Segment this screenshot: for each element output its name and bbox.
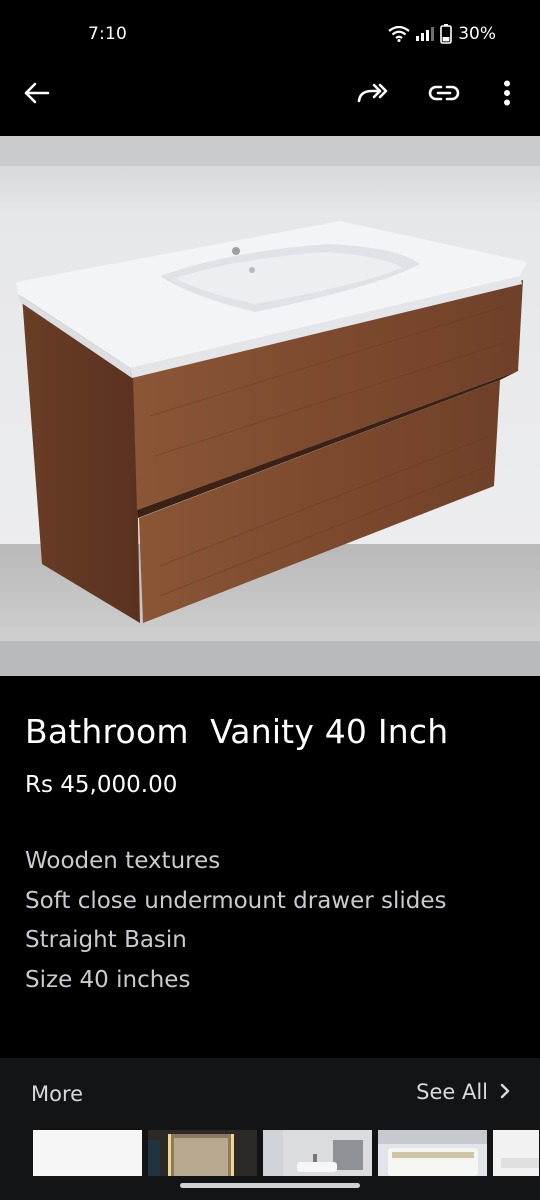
- arrow-left-icon: [22, 81, 50, 109]
- product-description: Wooden textures Soft close undermount dr…: [25, 842, 447, 1000]
- product-title: Bathroom Vanity 40 Inch: [25, 712, 449, 751]
- status-icons: 30%: [388, 24, 496, 44]
- product-image-gallery[interactable]: [0, 136, 540, 676]
- wifi-icon: [388, 26, 410, 42]
- description-line: Soft close undermount drawer slides: [25, 887, 447, 914]
- app-bar: [0, 54, 540, 136]
- product-image: [0, 136, 540, 676]
- chevron-right-icon: [500, 1080, 510, 1104]
- product-price: Rs 45,000.00: [25, 772, 178, 798]
- more-products-list: [33, 1130, 539, 1176]
- product-thumbnail[interactable]: [493, 1130, 539, 1176]
- copy-link-button[interactable]: [420, 71, 468, 119]
- battery-icon: [440, 24, 453, 44]
- status-time: 7:10: [88, 24, 127, 44]
- link-icon: [428, 83, 460, 107]
- product-details: Bathroom Vanity 40 Inch Rs 45,000.00 Woo…: [0, 676, 540, 1058]
- product-thumbnail[interactable]: [33, 1130, 142, 1176]
- signal-icon: [416, 26, 435, 42]
- share-button[interactable]: [348, 71, 396, 119]
- description-line: Size 40 inches: [25, 966, 191, 993]
- see-all-button[interactable]: See All: [416, 1080, 510, 1104]
- status-bar: 7:10 30%: [0, 0, 540, 54]
- product-thumbnail[interactable]: [148, 1130, 257, 1176]
- description-line: Wooden textures: [25, 848, 221, 874]
- more-heading: More: [31, 1082, 84, 1106]
- product-thumbnail[interactable]: [378, 1130, 487, 1176]
- description-line: Straight Basin: [25, 927, 187, 953]
- see-all-label: See All: [416, 1080, 488, 1104]
- more-products-section: More See All: [0, 1058, 540, 1200]
- more-options-button[interactable]: [483, 71, 531, 119]
- back-button[interactable]: [12, 71, 60, 119]
- forward-share-icon: [356, 81, 388, 109]
- gesture-nav-handle[interactable]: [180, 1183, 360, 1188]
- product-thumbnail[interactable]: [263, 1130, 372, 1176]
- more-vertical-icon: [503, 80, 511, 110]
- battery-percent: 30%: [458, 24, 496, 44]
